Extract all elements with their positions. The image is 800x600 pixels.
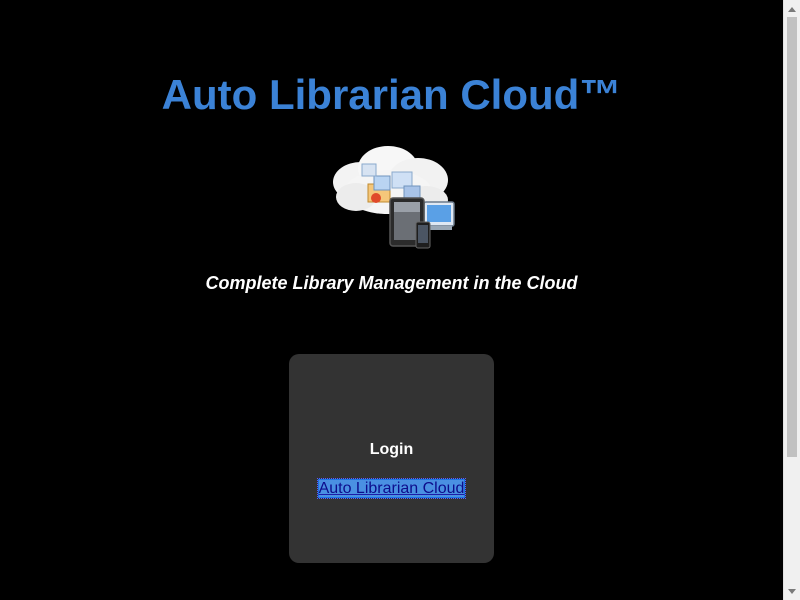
login-link-label: Auto Librarian Cloud: [318, 480, 465, 497]
phone-icon: [415, 221, 431, 249]
main-content: Auto Librarian Cloud™ Complete Library M…: [0, 0, 783, 600]
login-panel: Login Auto Librarian Cloud: [289, 354, 494, 563]
login-heading: Login: [369, 441, 414, 458]
tagline: Complete Library Management in the Cloud: [205, 273, 578, 293]
cloud-devices-illustration: [333, 146, 455, 249]
vertical-scrollbar[interactable]: [783, 0, 800, 600]
chevron-down-icon[interactable]: [784, 583, 800, 600]
chevron-up-icon[interactable]: [784, 0, 800, 17]
scrollbar-thumb[interactable]: [787, 17, 797, 457]
page-title: Auto Librarian Cloud™: [161, 71, 622, 118]
page: Auto Librarian Cloud™ Complete Library M…: [0, 0, 800, 600]
auto-librarian-cloud-link[interactable]: Auto Librarian Cloud: [317, 478, 466, 499]
